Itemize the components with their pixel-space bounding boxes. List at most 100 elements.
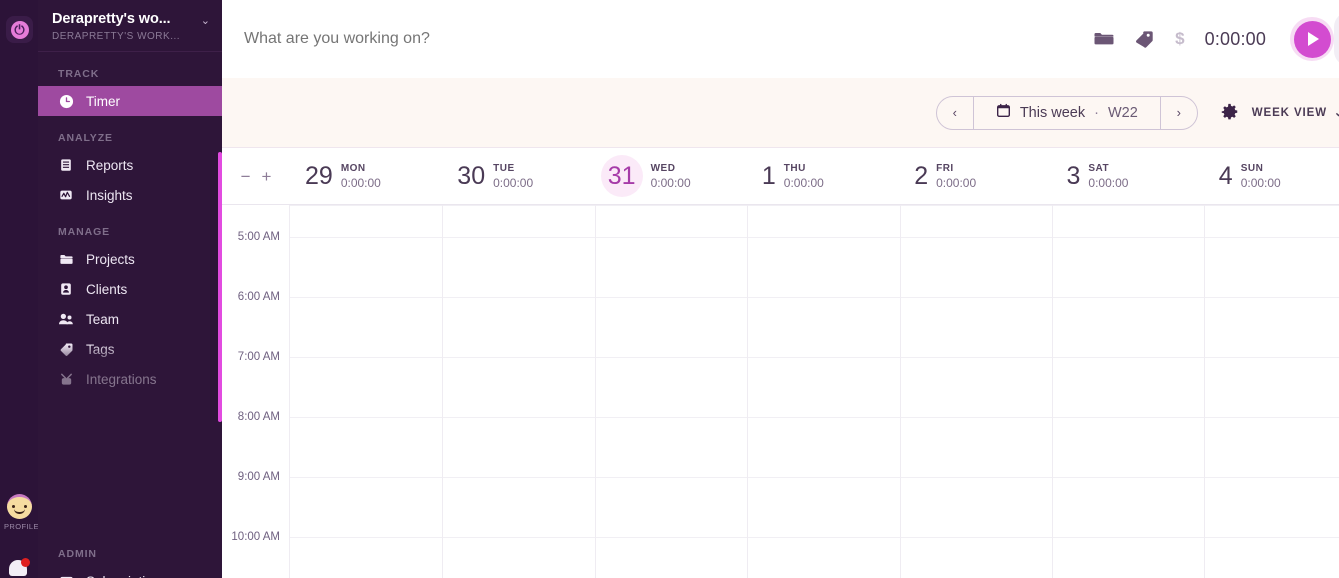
zoom-controls: − + [222, 148, 290, 204]
day-of-week: TUE [493, 162, 515, 174]
sidebar-item-projects[interactable]: Projects [38, 244, 222, 274]
sidebar-item-label: Projects [86, 251, 135, 267]
timer-bar-icons: $ [1094, 29, 1185, 49]
clock-icon [58, 93, 74, 109]
toggl-power-icon[interactable]: ⏻ [6, 16, 33, 43]
week-number-label: W22 [1107, 104, 1138, 121]
avatar-mouth [13, 509, 25, 514]
day-of-week: SUN [1240, 162, 1264, 174]
workspace-switcher[interactable]: Derapretty's wo... ⌄ DERAPRETTY'S WORK..… [38, 0, 222, 52]
day-number: 4 [1218, 161, 1233, 190]
timer-bar: $ 0:00:00 + [222, 0, 1339, 78]
sidebar-nav: TRACK Timer ANALYZE Reports Insights MAN… [38, 52, 222, 578]
power-circle: ⏻ [10, 20, 29, 39]
day-column-header[interactable]: 2 FRI 0:00:00 [899, 148, 1051, 204]
workspace-title: Derapretty's wo... [52, 11, 171, 27]
avatar-icon[interactable] [6, 494, 32, 519]
day-column-header-today[interactable]: 31 WED 0:00:00 [595, 148, 747, 204]
day-column-header[interactable]: 29 MON 0:00:00 [290, 148, 442, 204]
dollar-icon[interactable]: $ [1175, 29, 1184, 49]
avatar-eye-right [23, 505, 27, 508]
day-of-week: THU [783, 162, 806, 174]
chevron-down-icon[interactable]: ⌄ [201, 14, 210, 27]
calendar-grid[interactable]: 5:00 AM 6:00 AM 7:00 AM 8:00 AM 9:00 AM … [222, 205, 1339, 578]
sidebar-admin-block: ADMIN Subscription [38, 548, 222, 578]
sidebar-item-label: Tags [86, 341, 115, 357]
day-of-week: FRI [936, 162, 954, 174]
sidebar-item-tags[interactable]: Tags [38, 334, 222, 364]
day-of-week: MON [340, 162, 366, 174]
app-root: ⏻ PROFILE Derapretty's wo... ⌄ DERAPRETT… [0, 0, 1339, 578]
day-of-week: SAT [1088, 162, 1110, 174]
timer-value: 0:00:00 [1204, 28, 1267, 49]
zoom-in-button[interactable]: + [262, 168, 272, 185]
week-range-selector: ‹ This week · W22 › [935, 95, 1198, 130]
sidebar-item-label: Insights [86, 187, 133, 203]
sidebar-item-subscription[interactable]: Subscription [38, 566, 222, 578]
sidebar-item-label: Clients [86, 281, 128, 297]
insights-icon [58, 187, 74, 203]
time-label: 10:00 AM [231, 531, 280, 543]
day-header-row: − + 29 MON 0:00:00 30 TUE 0:00:00 31 WED… [222, 148, 1339, 205]
day-column-header[interactable]: 4 SUN 0:00:00 [1204, 148, 1339, 204]
day-number: 3 [1066, 161, 1081, 190]
notification-bell-icon[interactable] [9, 558, 31, 578]
sidebar-item-team[interactable]: Team [38, 304, 222, 334]
day-column-header[interactable]: 1 THU 0:00:00 [747, 148, 899, 204]
chevron-right-icon[interactable]: › [1159, 96, 1197, 129]
tag-icon [58, 341, 74, 357]
gear-icon[interactable] [1220, 103, 1239, 122]
day-column-header[interactable]: 30 TUE 0:00:00 [442, 148, 594, 204]
calendar-icon [996, 103, 1011, 122]
sidebar-item-label: Timer [86, 93, 120, 109]
sidebar-item-reports[interactable]: Reports [38, 150, 222, 180]
card-icon [58, 573, 74, 578]
week-separator: · [1094, 104, 1099, 121]
sidebar-item-integrations[interactable]: Integrations [38, 364, 222, 394]
time-label: 8:00 AM [237, 411, 280, 423]
folder-icon [58, 251, 74, 267]
avatar-eye-left [11, 505, 15, 508]
chevron-left-icon[interactable]: ‹ [937, 96, 974, 129]
bell-body [9, 558, 30, 576]
report-icon [58, 157, 74, 173]
timer-description-input[interactable] [244, 30, 1095, 48]
day-number: 1 [761, 161, 776, 190]
sidebar-item-clients[interactable]: Clients [38, 274, 222, 304]
sidebar-section-track: TRACK [58, 68, 100, 80]
chevron-down-icon: ⌄ [1334, 106, 1339, 119]
day-number: 30 [457, 161, 486, 190]
integrations-icon [58, 371, 74, 387]
folder-icon[interactable] [1094, 31, 1114, 47]
tag-icon[interactable] [1135, 30, 1154, 48]
sidebar-item-label: Team [86, 311, 120, 327]
sidebar-section-analyze: ANALYZE [58, 132, 113, 144]
day-total: 0:00:00 [1240, 175, 1281, 190]
play-icon [1293, 20, 1331, 58]
sidebar: Derapretty's wo... ⌄ DERAPRETTY'S WORK..… [38, 0, 222, 578]
sidebar-section-admin: ADMIN [58, 548, 97, 560]
zoom-out-button[interactable]: − [241, 168, 251, 185]
week-range-button[interactable]: This week · W22 [974, 97, 1160, 129]
sidebar-item-label: Integrations [86, 371, 157, 387]
sidebar-item-timer[interactable]: Timer [38, 86, 222, 116]
team-icon [58, 311, 74, 327]
week-range-label: This week [1019, 104, 1086, 121]
time-gutter: 5:00 AM 6:00 AM 7:00 AM 8:00 AM 9:00 AM … [222, 205, 290, 578]
workspace-subtitle: DERAPRETTY'S WORK... [52, 31, 181, 42]
week-navigation-bar: ‹ This week · W22 › WEEK VIEW ⌄ [222, 78, 1339, 148]
time-label: 9:00 AM [237, 471, 280, 483]
rail-profile[interactable]: PROFILE [4, 494, 39, 531]
notification-badge [21, 558, 30, 567]
day-number: 29 [305, 161, 333, 190]
day-total: 0:00:00 [936, 175, 977, 190]
day-number: 31 [600, 155, 643, 197]
view-mode-label: WEEK VIEW [1251, 106, 1327, 119]
start-timer-button[interactable] [1290, 17, 1335, 61]
view-mode-selector[interactable]: WEEK VIEW ⌄ [1251, 106, 1339, 120]
main-area: $ 0:00:00 + ‹ This week [222, 0, 1339, 578]
sidebar-section-manage: MANAGE [58, 226, 111, 238]
day-column-header[interactable]: 3 SAT 0:00:00 [1051, 148, 1203, 204]
time-label: 6:00 AM [237, 291, 280, 303]
sidebar-item-insights[interactable]: Insights [38, 180, 222, 210]
